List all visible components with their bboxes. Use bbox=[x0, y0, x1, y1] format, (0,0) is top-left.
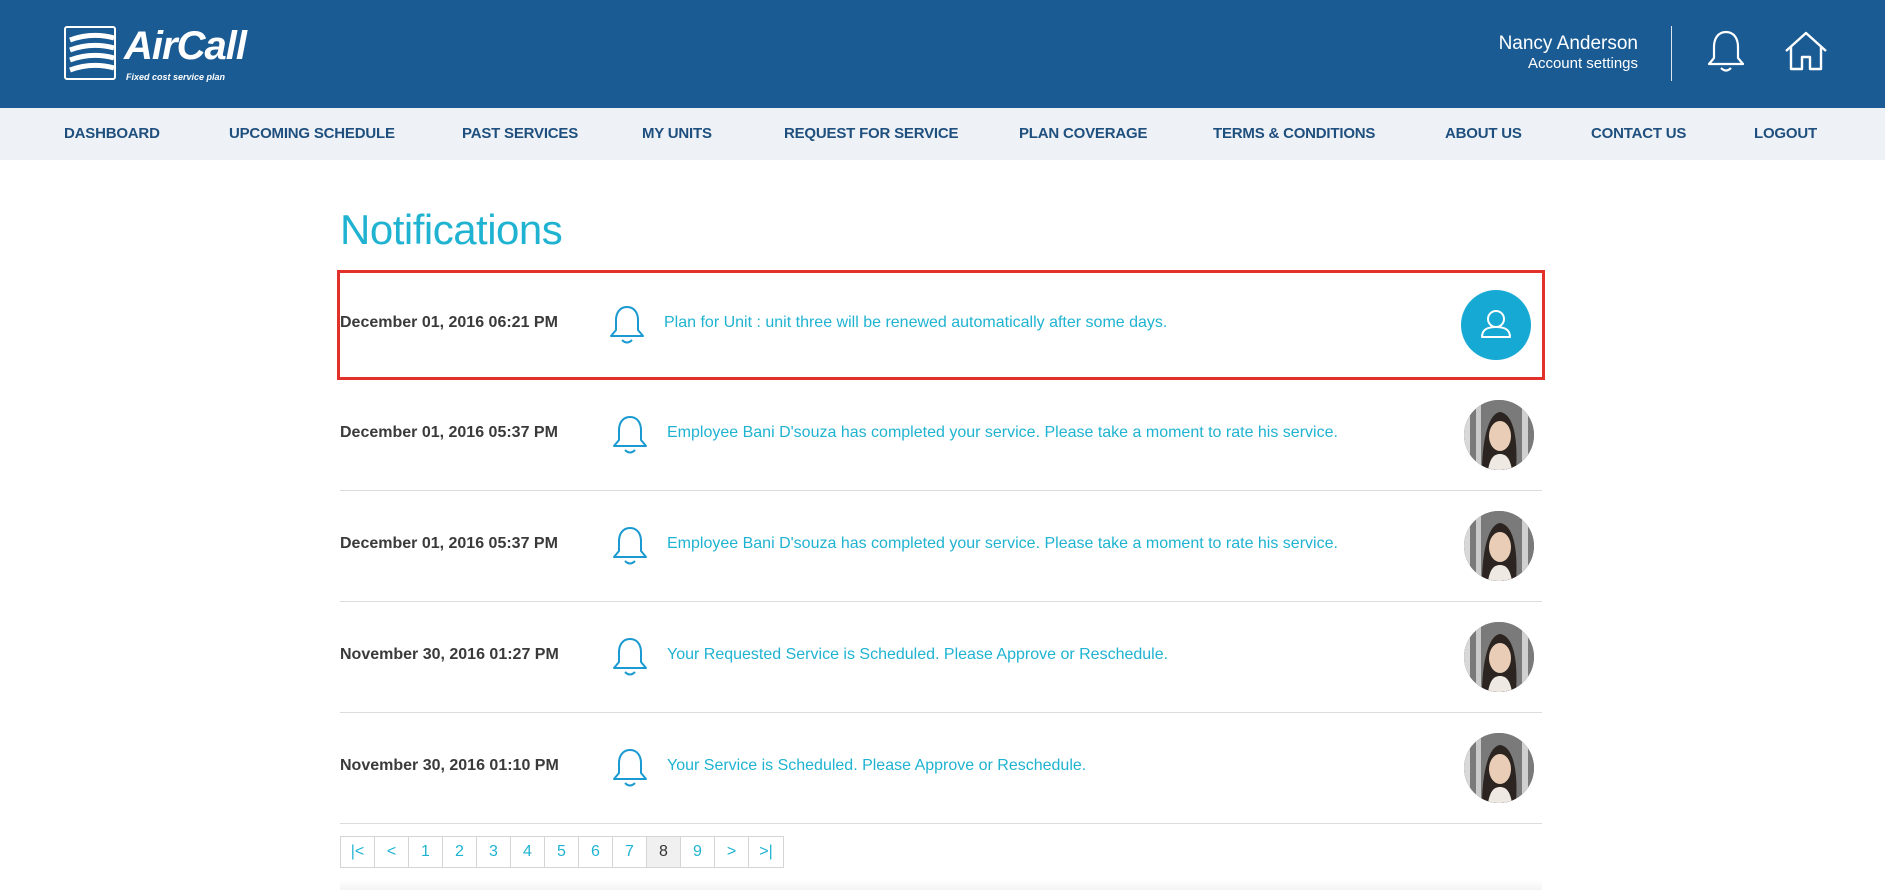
notification-date: November 30, 2016 01:27 PM bbox=[340, 646, 559, 663]
nav-dashboard[interactable]: DASHBOARD bbox=[64, 108, 160, 160]
notification-item[interactable]: November 30, 2016 01:27 PM Your Requeste… bbox=[340, 602, 1542, 713]
notification-message[interactable]: Plan for Unit : unit three will be renew… bbox=[664, 314, 1167, 332]
bell-icon bbox=[608, 523, 652, 567]
nav-contact-us[interactable]: CONTACT US bbox=[1591, 108, 1686, 160]
page-last-button[interactable]: >| bbox=[749, 837, 783, 867]
page-title: Notifications bbox=[340, 206, 563, 253]
nav-past-services[interactable]: PAST SERVICES bbox=[462, 108, 578, 160]
logo-mark-icon bbox=[64, 26, 116, 80]
page-next-button[interactable]: > bbox=[715, 837, 749, 867]
notifications-list: December 01, 2016 06:21 PM Plan for Unit… bbox=[337, 270, 1545, 824]
employee-avatar[interactable] bbox=[1464, 733, 1534, 803]
header-divider bbox=[1671, 26, 1672, 81]
notification-date: December 01, 2016 06:21 PM bbox=[340, 314, 558, 331]
page-button[interactable]: 7 bbox=[613, 837, 647, 867]
user-account-block[interactable]: Nancy Anderson Account settings bbox=[1499, 33, 1638, 73]
page-button[interactable]: 6 bbox=[579, 837, 613, 867]
notification-message[interactable]: Your Service is Scheduled. Please Approv… bbox=[667, 757, 1086, 775]
page-first-button[interactable]: |< bbox=[341, 837, 375, 867]
footer-shadow bbox=[340, 880, 1542, 890]
bell-icon bbox=[608, 412, 652, 456]
nav-about-us[interactable]: ABOUT US bbox=[1445, 108, 1522, 160]
home-icon[interactable] bbox=[1782, 28, 1832, 78]
page-button[interactable]: 2 bbox=[443, 837, 477, 867]
account-settings-link[interactable]: Account settings bbox=[1499, 55, 1638, 73]
nav-plan-coverage[interactable]: PLAN COVERAGE bbox=[1019, 108, 1147, 160]
page-button-current[interactable]: 8 bbox=[647, 837, 681, 867]
notification-message[interactable]: Employee Bani D'souza has completed your… bbox=[667, 535, 1338, 553]
page-prev-button[interactable]: < bbox=[375, 837, 409, 867]
notifications-bell-icon[interactable] bbox=[1703, 28, 1753, 78]
notification-date: December 01, 2016 05:37 PM bbox=[340, 535, 558, 552]
nav-my-units[interactable]: MY UNITS bbox=[642, 108, 712, 160]
logo-wordmark: AirCall bbox=[124, 24, 247, 68]
notification-message[interactable]: Your Requested Service is Scheduled. Ple… bbox=[667, 646, 1168, 664]
user-avatar-icon[interactable] bbox=[1461, 290, 1531, 360]
page-button[interactable]: 4 bbox=[511, 837, 545, 867]
page-button[interactable]: 9 bbox=[681, 837, 715, 867]
notification-date: November 30, 2016 01:10 PM bbox=[340, 757, 559, 774]
nav-logout[interactable]: LOGOUT bbox=[1754, 108, 1817, 160]
page-button[interactable]: 1 bbox=[409, 837, 443, 867]
notification-item[interactable]: November 30, 2016 01:10 PM Your Service … bbox=[340, 713, 1542, 824]
employee-avatar[interactable] bbox=[1464, 622, 1534, 692]
nav-request-for-service[interactable]: REQUEST FOR SERVICE bbox=[784, 108, 958, 160]
page-button[interactable]: 3 bbox=[477, 837, 511, 867]
pagination: |< < 1 2 3 4 5 6 7 8 9 > >| bbox=[340, 836, 784, 868]
employee-avatar[interactable] bbox=[1464, 400, 1534, 470]
page-button[interactable]: 5 bbox=[545, 837, 579, 867]
bell-icon bbox=[608, 634, 652, 678]
main-nav: DASHBOARD UPCOMING SCHEDULE PAST SERVICE… bbox=[0, 108, 1885, 160]
notification-message[interactable]: Employee Bani D'souza has completed your… bbox=[667, 424, 1338, 442]
top-header: AirCall Fixed cost service plan Nancy An… bbox=[0, 0, 1885, 108]
aircall-logo[interactable]: AirCall Fixed cost service plan bbox=[64, 24, 247, 84]
notification-item[interactable]: December 01, 2016 06:21 PM Plan for Unit… bbox=[337, 270, 1545, 380]
notification-item[interactable]: December 01, 2016 05:37 PM Employee Bani… bbox=[340, 380, 1542, 491]
nav-terms-conditions[interactable]: TERMS & CONDITIONS bbox=[1213, 108, 1375, 160]
bell-icon bbox=[608, 745, 652, 789]
bell-icon bbox=[605, 302, 649, 346]
user-name[interactable]: Nancy Anderson bbox=[1499, 33, 1638, 55]
logo-tagline: Fixed cost service plan bbox=[126, 72, 226, 82]
notification-date: December 01, 2016 05:37 PM bbox=[340, 424, 558, 441]
notification-item[interactable]: December 01, 2016 05:37 PM Employee Bani… bbox=[340, 491, 1542, 602]
employee-avatar[interactable] bbox=[1464, 511, 1534, 581]
nav-upcoming-schedule[interactable]: UPCOMING SCHEDULE bbox=[229, 108, 395, 160]
